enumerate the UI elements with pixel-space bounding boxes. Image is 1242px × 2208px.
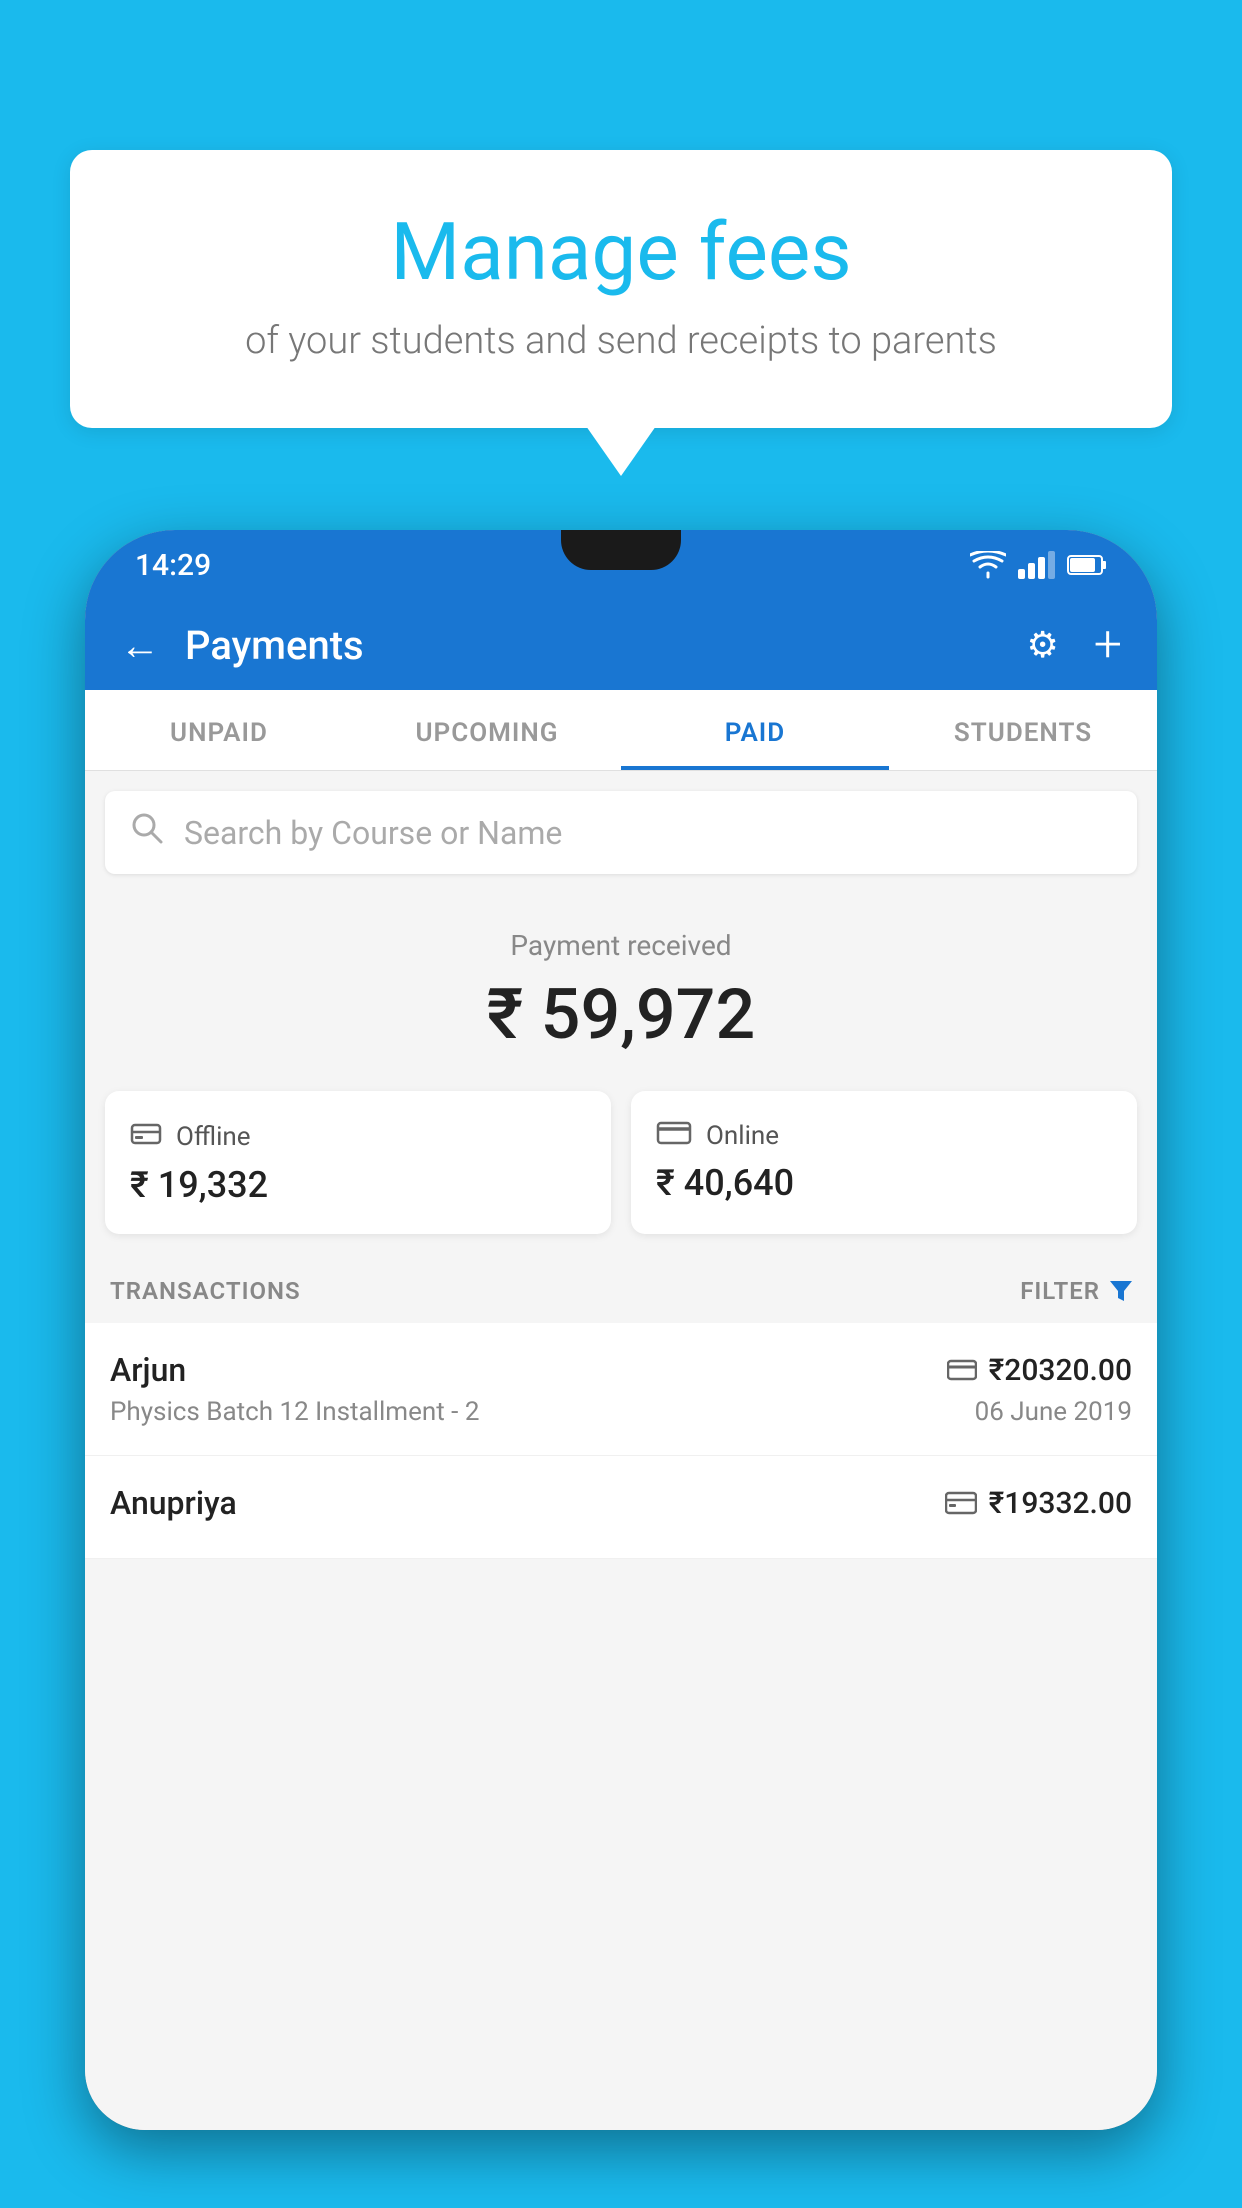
tab-unpaid[interactable]: UNPAID [85,690,353,770]
status-time: 14:29 [135,548,211,583]
cards-row: Offline ₹ 19,332 [85,1081,1157,1259]
payment-received-section: Payment received ₹ 59,972 [85,894,1157,1081]
transaction-arjun-amount-wrap: ₹20320.00 [947,1353,1132,1388]
offline-icon [130,1119,162,1154]
transaction-anupriya[interactable]: Anupriya ₹19332.00 [85,1456,1157,1559]
phone-container: 14:29 [85,530,1157,2208]
bubble-title: Manage fees [130,205,1112,299]
search-bar[interactable]: Search by Course or Name [105,791,1137,874]
signal-icon [1018,551,1055,579]
card-payment-icon [947,1358,977,1382]
wifi-icon [970,551,1006,579]
transaction-anupriya-amount: ₹19332.00 [989,1486,1132,1521]
transaction-anupriya-amount-wrap: ₹19332.00 [945,1486,1132,1521]
cash-payment-icon [945,1490,977,1516]
back-button[interactable]: ← [120,622,160,669]
offline-label: Offline [176,1122,251,1152]
online-card: Online ₹ 40,640 [631,1091,1137,1234]
search-placeholder: Search by Course or Name [184,814,562,852]
payment-received-label: Payment received [85,929,1157,962]
transaction-arjun-amount: ₹20320.00 [989,1353,1132,1388]
add-icon[interactable]: + [1094,616,1122,674]
battery-icon [1067,554,1107,576]
speech-bubble: Manage fees of your students and send re… [70,150,1172,428]
screen-content: Search by Course or Name Payment receive… [85,771,1157,2130]
bubble-subtitle: of your students and send receipts to pa… [130,319,1112,363]
header-title: Payments [185,622,1026,669]
search-icon [130,811,164,854]
transaction-arjun-date: 06 June 2019 [975,1397,1132,1427]
transaction-arjun[interactable]: Arjun ₹20320.00 Physics Batch 12 Install… [85,1323,1157,1456]
payment-received-amount: ₹ 59,972 [85,974,1157,1056]
settings-icon[interactable]: ⚙ [1026,624,1058,666]
online-amount: ₹ 40,640 [656,1162,1112,1204]
online-icon [656,1119,692,1152]
tab-paid[interactable]: PAID [621,690,889,770]
offline-card: Offline ₹ 19,332 [105,1091,611,1234]
filter-icon [1110,1281,1132,1301]
transactions-header: TRANSACTIONS FILTER [85,1259,1157,1323]
status-icons [970,551,1107,579]
phone-frame: 14:29 [85,530,1157,2130]
tab-bar: UNPAID UPCOMING PAID STUDENTS [85,690,1157,771]
tab-upcoming[interactable]: UPCOMING [353,690,621,770]
transactions-label: TRANSACTIONS [110,1277,301,1305]
transaction-anupriya-name: Anupriya [110,1484,237,1522]
offline-amount: ₹ 19,332 [130,1164,586,1206]
speech-bubble-container: Manage fees of your students and send re… [70,150,1172,428]
transaction-arjun-sub: Physics Batch 12 Installment - 2 06 June… [110,1397,1132,1427]
transaction-arjun-row: Arjun ₹20320.00 [110,1351,1132,1389]
tab-students[interactable]: STUDENTS [889,690,1157,770]
header-icons: ⚙ + [1026,616,1122,674]
online-card-header: Online [656,1119,1112,1152]
transaction-anupriya-row: Anupriya ₹19332.00 [110,1484,1132,1522]
notch [561,530,681,570]
filter-text: FILTER [1020,1277,1100,1305]
screen-inner: 14:29 [85,530,1157,2130]
filter-button[interactable]: FILTER [1020,1277,1132,1305]
offline-card-header: Offline [130,1119,586,1154]
transaction-arjun-course: Physics Batch 12 Installment - 2 [110,1397,479,1427]
app-header: ← Payments ⚙ + [85,600,1157,690]
phone-screen: 14:29 [85,530,1157,2130]
transaction-arjun-name: Arjun [110,1351,186,1389]
status-bar: 14:29 [85,530,1157,600]
online-label: Online [706,1121,779,1151]
